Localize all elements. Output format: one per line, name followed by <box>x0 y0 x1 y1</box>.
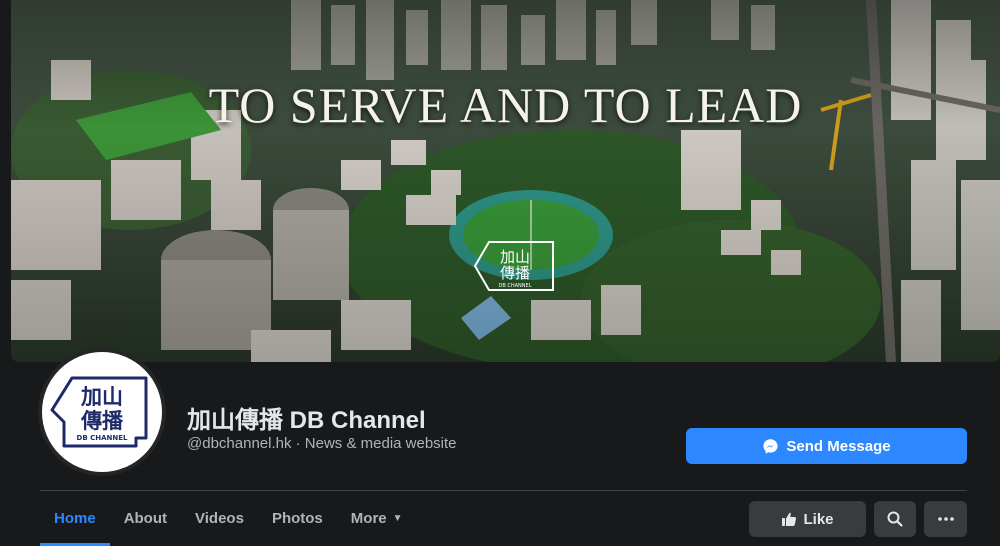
tab-more[interactable]: More ▼ <box>337 491 417 546</box>
db-channel-logo: 加山 傳播 DB CHANNEL <box>50 376 148 448</box>
profile-avatar[interactable]: 加山 傳播 DB CHANNEL <box>38 348 166 476</box>
svg-text:DB CHANNEL: DB CHANNEL <box>77 434 128 442</box>
avatar-logo: 加山 傳播 DB CHANNEL <box>42 352 162 472</box>
svg-text:加山: 加山 <box>80 385 123 409</box>
page-subtitle: @dbchannel.hk · News & media website <box>187 435 457 452</box>
page-title[interactable]: 加山傳播 DB Channel <box>187 400 426 435</box>
search-button[interactable] <box>874 501 916 537</box>
messenger-icon <box>763 438 778 454</box>
more-horizontal-icon <box>937 517 954 521</box>
svg-text:傳播: 傳播 <box>80 409 124 433</box>
tab-home[interactable]: Home <box>40 491 110 546</box>
caret-down-icon: ▼ <box>392 513 403 524</box>
cover-photo[interactable]: 加山 傳播 DB CHANNEL TO SERVE AND TO LEAD <box>11 0 1000 362</box>
more-options-button[interactable] <box>924 501 967 537</box>
cover-slogan: TO SERVE AND TO LEAD <box>208 77 803 133</box>
like-button[interactable]: Like <box>749 501 866 537</box>
tab-photos[interactable]: Photos <box>258 491 337 546</box>
tab-videos[interactable]: Videos <box>181 491 258 546</box>
svg-text:傳播: 傳播 <box>500 264 530 282</box>
send-message-label: Send Message <box>786 437 891 455</box>
tab-about[interactable]: About <box>110 491 181 546</box>
thumbs-up-icon <box>782 512 797 526</box>
page-tabs: Home About Videos Photos More ▼ <box>40 491 417 546</box>
cover-image: 加山 傳播 DB CHANNEL <box>11 0 1000 362</box>
search-icon <box>887 511 903 527</box>
send-message-button[interactable]: Send Message <box>686 428 967 464</box>
svg-text:DB CHANNEL: DB CHANNEL <box>499 283 532 289</box>
like-label: Like <box>803 510 834 528</box>
